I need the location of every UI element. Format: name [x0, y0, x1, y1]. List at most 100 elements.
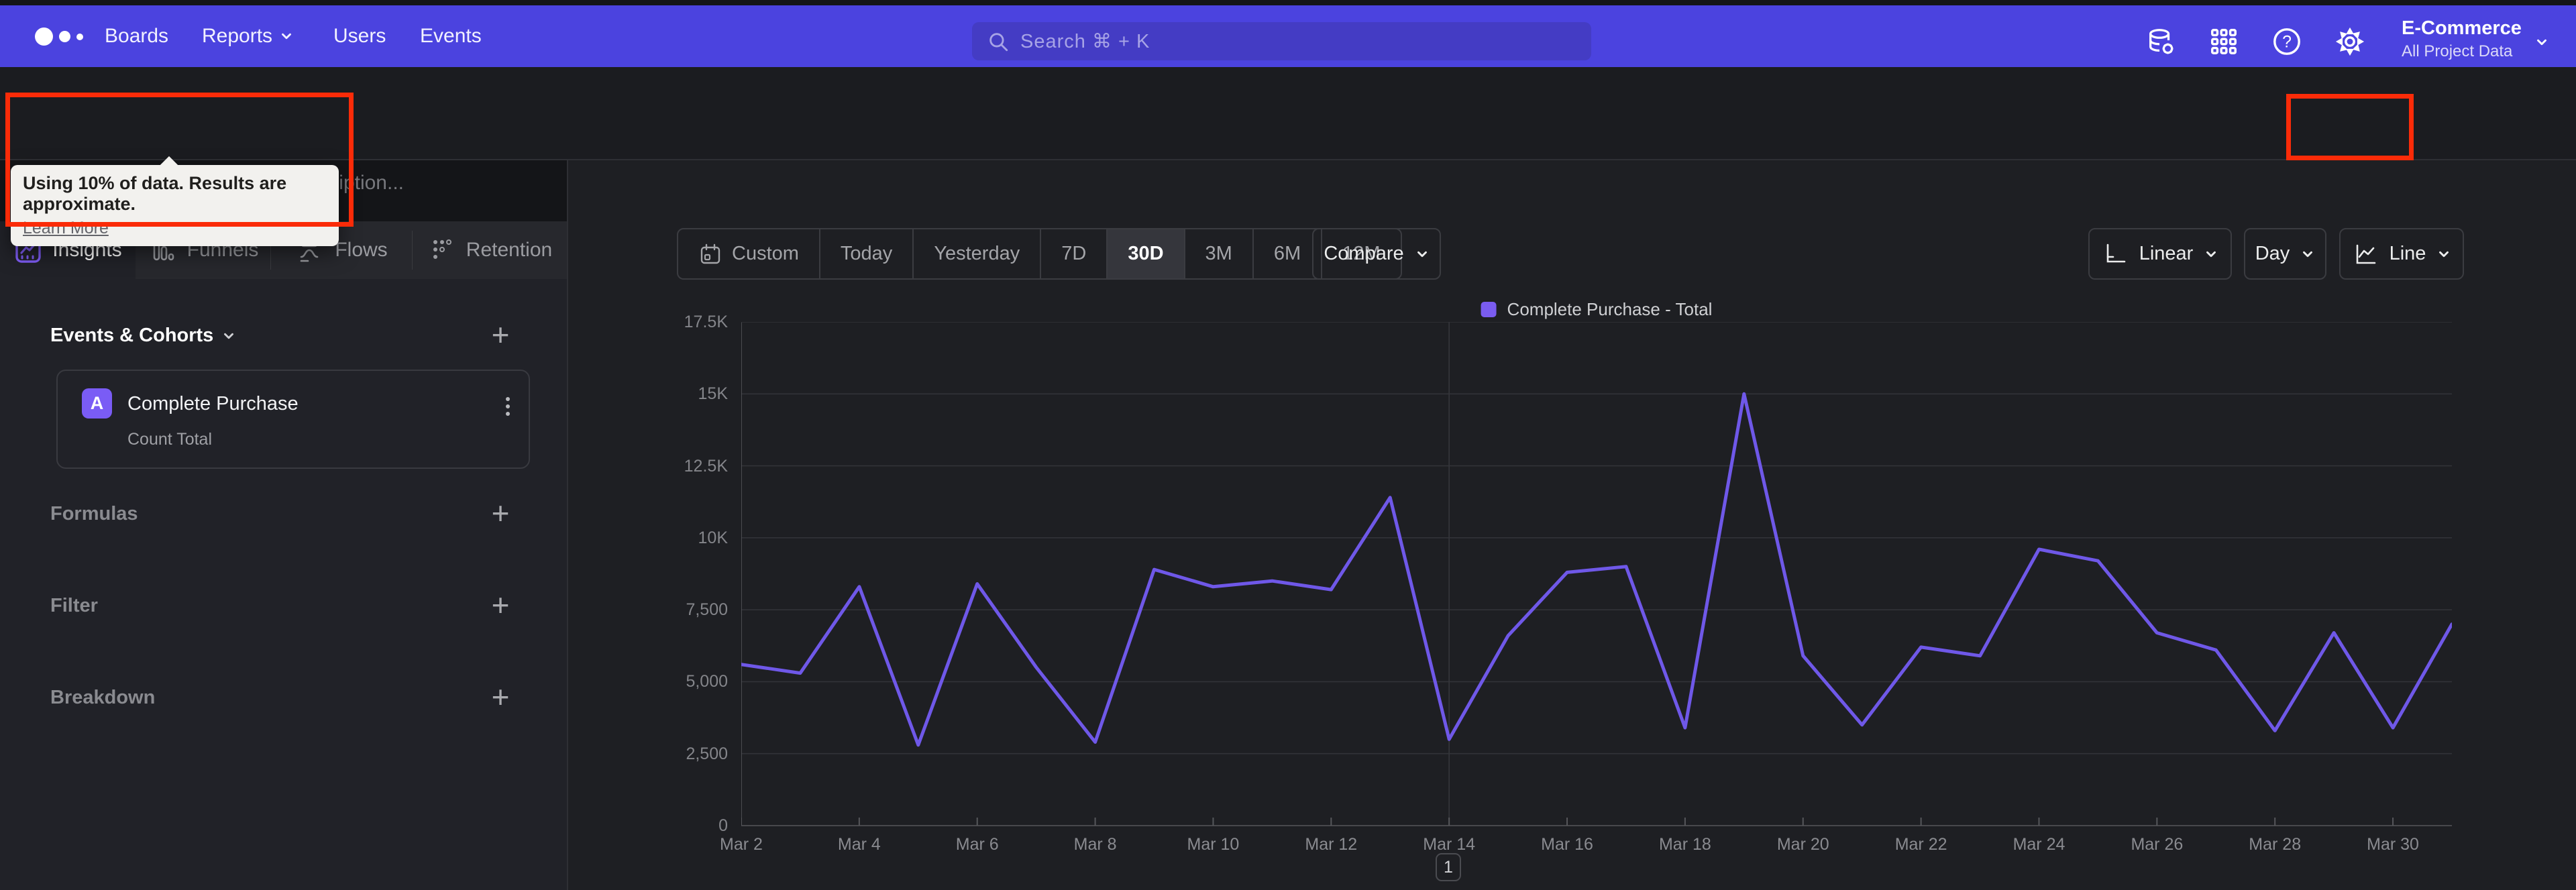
x-axis-tick-label: Mar 20 — [1776, 835, 1829, 854]
x-axis-tick-label: Mar 4 — [837, 835, 881, 854]
apps-grid-icon[interactable] — [2208, 26, 2239, 57]
nav-item-events[interactable]: Events — [420, 5, 482, 67]
retention-icon — [433, 239, 451, 259]
project-name: E-Commerce — [2402, 17, 2522, 39]
learn-more-link[interactable]: Learn More — [23, 219, 327, 238]
x-axis-tick-label: Mar 2 — [720, 835, 763, 854]
range-button-30d[interactable]: 30D — [1108, 229, 1185, 278]
x-axis-tick-label: Mar 6 — [955, 835, 999, 854]
series-letter-badge: A — [82, 388, 112, 419]
tab-retention[interactable]: Retention — [413, 221, 567, 279]
interval-select[interactable]: Day — [2244, 228, 2326, 280]
x-axis-tick-label: Mar 24 — [2012, 835, 2065, 854]
search-input[interactable]: Search ⌘ + K — [972, 22, 1591, 60]
project-scope: All Project Data — [2402, 42, 2513, 60]
chevron-down-icon — [2537, 39, 2546, 46]
scale-label: Linear — [2139, 243, 2194, 264]
linear-axis-icon — [2106, 243, 2125, 262]
y-axis-tick-label: 7,500 — [686, 600, 728, 620]
search-placeholder: Search ⌘ + K — [1020, 31, 1150, 52]
range-button-custom[interactable]: Custom — [678, 229, 820, 278]
tab-label: Flows — [335, 239, 388, 261]
x-axis-tick-label: Mar 12 — [1305, 835, 1358, 854]
x-axis-tick-label: Mar 22 — [1894, 835, 1947, 854]
nav-item-users[interactable]: Users — [333, 5, 386, 67]
chart-legend[interactable]: Complete Purchase - Total — [1481, 299, 1713, 320]
range-button-3m[interactable]: 3M — [1185, 229, 1254, 278]
x-axis-tick-label: Mar 30 — [2367, 835, 2419, 854]
nav-item-reports[interactable]: Reports — [202, 5, 294, 67]
line-chart[interactable] — [741, 322, 2452, 827]
y-axis-tick-label: 15K — [698, 384, 728, 404]
add-event-button[interactable]: + — [484, 319, 517, 353]
nav-label: Reports — [202, 25, 273, 47]
events-cohorts-header[interactable]: Events & Cohorts — [50, 325, 236, 347]
section-label: Events & Cohorts — [50, 325, 214, 346]
legend-label: Complete Purchase - Total — [1507, 299, 1713, 319]
y-axis-tick-label: 5,000 — [686, 672, 728, 691]
project-switcher[interactable]: E-Commerce All Project Data — [2402, 17, 2522, 61]
x-axis-tick-label: Mar 16 — [1541, 835, 1593, 854]
range-label: 6M — [1273, 243, 1301, 264]
search-icon — [989, 32, 1008, 51]
nav-label: Boards — [105, 25, 169, 47]
range-label: 7D — [1061, 243, 1087, 264]
report-header: Untitled Sampled + Add description... ••… — [0, 67, 2576, 209]
range-button-7d[interactable]: 7D — [1041, 229, 1108, 278]
svg-text:?: ? — [2282, 33, 2292, 52]
compare-label: Compare — [1324, 243, 1404, 264]
nav-label: Events — [420, 25, 482, 47]
chart-type-label: Line — [2389, 243, 2426, 264]
line-chart-icon — [2356, 244, 2375, 264]
divider — [567, 160, 568, 890]
range-button-yesterday[interactable]: Yesterday — [914, 229, 1042, 278]
x-axis-tick-label: Mar 28 — [2249, 835, 2302, 854]
chevron-down-icon — [2439, 251, 2449, 257]
add-breakdown-button[interactable]: + — [484, 681, 517, 715]
calendar-icon — [700, 243, 720, 264]
compare-button[interactable]: Compare — [1312, 228, 1441, 280]
tab-label: Retention — [466, 239, 553, 261]
pagination-page-1[interactable]: 1 — [1436, 853, 1461, 881]
range-label: 3M — [1205, 243, 1232, 264]
nav-label: Users — [333, 25, 386, 47]
help-icon[interactable]: ? — [2271, 26, 2302, 57]
y-axis-tick-label: 17.5K — [684, 313, 728, 331]
interval-label: Day — [2255, 243, 2290, 264]
chevron-down-icon — [1417, 251, 1427, 257]
event-name[interactable]: Complete Purchase — [127, 393, 299, 415]
x-axis-tick-label: Mar 26 — [2131, 835, 2184, 854]
top-navbar: Boards Reports Users Events Search ⌘ + K… — [0, 5, 2576, 67]
y-axis-tick-label: 12.5K — [684, 456, 728, 476]
x-axis-tick-label: Mar 18 — [1658, 835, 1711, 854]
tooltip-text: Using 10% of data. Results are approxima… — [23, 173, 287, 214]
chevron-down-icon — [2303, 251, 2313, 257]
data-management-icon[interactable] — [2145, 26, 2176, 57]
add-filter-button[interactable]: + — [484, 590, 517, 623]
legend-swatch — [1481, 302, 1497, 317]
y-axis-tick-label: 0 — [718, 816, 728, 835]
range-button-today[interactable]: Today — [820, 229, 914, 278]
formulas-label: Formulas — [50, 503, 138, 524]
range-label: Today — [840, 243, 893, 264]
range-label: 30D — [1128, 243, 1164, 264]
sampling-tooltip: Using 10% of data. Results are approxima… — [11, 156, 339, 246]
x-axis-tick-label: Mar 14 — [1423, 835, 1476, 854]
app-root: Boards Reports Users Events Search ⌘ + K… — [0, 0, 2576, 890]
nav-item-boards[interactable]: Boards — [105, 5, 168, 67]
settings-gear-icon[interactable] — [2334, 26, 2365, 57]
chevron-down-icon — [224, 333, 234, 339]
range-label: Custom — [732, 243, 799, 264]
chevron-down-icon — [2206, 251, 2216, 257]
scale-select[interactable]: Linear — [2088, 228, 2232, 280]
breakdown-label: Breakdown — [50, 687, 156, 708]
chart-type-select[interactable]: Line — [2339, 228, 2464, 280]
event-card[interactable]: A Complete Purchase Count Total — [56, 370, 530, 469]
add-formula-button[interactable]: + — [484, 498, 517, 531]
range-label: Yesterday — [934, 243, 1020, 264]
filter-label: Filter — [50, 595, 98, 616]
x-axis-tick-label: Mar 8 — [1073, 835, 1117, 854]
event-metric[interactable]: Count Total — [127, 430, 212, 449]
event-options-icon[interactable] — [504, 394, 511, 419]
mixpanel-logo[interactable] — [35, 27, 109, 46]
